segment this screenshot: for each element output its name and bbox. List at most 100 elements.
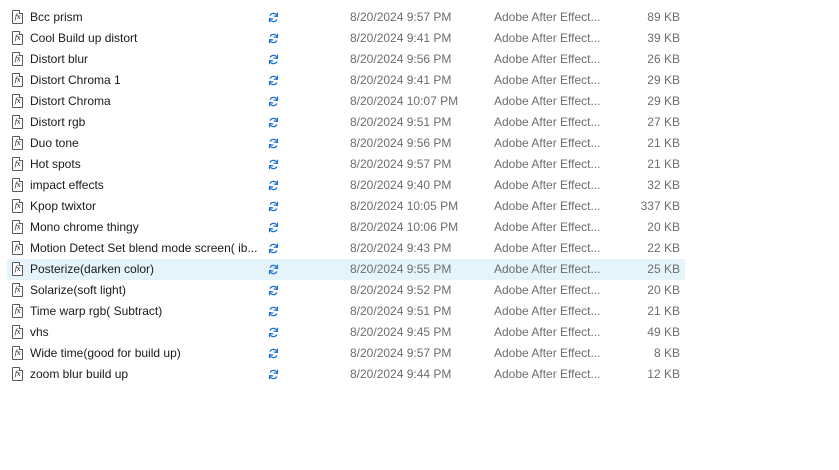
file-size: 39 KB	[647, 31, 680, 45]
file-row[interactable]: fx Distort rgb 8/20/2024 9:51 PM Adobe A…	[7, 112, 685, 133]
sync-pending-icon	[268, 117, 279, 128]
fx-file-icon: fx	[12, 346, 23, 360]
fx-file-icon: fx	[12, 115, 23, 129]
sync-pending-icon	[268, 264, 279, 275]
fx-file-icon: fx	[12, 94, 23, 108]
fx-file-icon: fx	[12, 157, 23, 171]
file-type: Adobe After Effect...	[494, 94, 601, 108]
file-name: Solarize(soft light)	[30, 283, 127, 297]
fx-file-icon: fx	[12, 73, 23, 87]
file-size: 26 KB	[647, 52, 680, 66]
file-row[interactable]: fx Duo tone 8/20/2024 9:56 PM Adobe Afte…	[7, 133, 685, 154]
file-date-modified: 8/20/2024 9:52 PM	[350, 283, 452, 297]
file-name: impact effects	[30, 178, 104, 192]
file-size: 21 KB	[647, 157, 680, 171]
fx-file-icon: fx	[12, 283, 23, 297]
file-row[interactable]: fx Cool Build up distort 8/20/2024 9:41 …	[7, 28, 685, 49]
file-row[interactable]: fx Hot spots 8/20/2024 9:57 PM Adobe Aft…	[7, 154, 685, 175]
file-date-modified: 8/20/2024 9:55 PM	[350, 262, 452, 276]
file-row[interactable]: fx Distort blur 8/20/2024 9:56 PM Adobe …	[7, 49, 685, 70]
file-type: Adobe After Effect...	[494, 346, 601, 360]
file-row[interactable]: fx Mono chrome thingy 8/20/2024 10:06 PM…	[7, 217, 685, 238]
sync-pending-icon	[268, 75, 279, 86]
fx-file-icon: fx	[12, 367, 23, 381]
file-name: Hot spots	[30, 157, 81, 171]
file-type: Adobe After Effect...	[494, 199, 601, 213]
file-name: Kpop twixtor	[30, 199, 97, 213]
file-name: Wide time(good for build up)	[30, 346, 181, 360]
file-row[interactable]: fx Solarize(soft light) 8/20/2024 9:52 P…	[7, 280, 685, 301]
file-type: Adobe After Effect...	[494, 304, 601, 318]
file-date-modified: 8/20/2024 9:56 PM	[350, 136, 452, 150]
file-date-modified: 8/20/2024 9:57 PM	[350, 10, 452, 24]
file-name: vhs	[30, 325, 49, 339]
file-row[interactable]: fx Distort Chroma 8/20/2024 10:07 PM Ado…	[7, 91, 685, 112]
file-row[interactable]: fx Distort Chroma 1 8/20/2024 9:41 PM Ad…	[7, 70, 685, 91]
file-size: 21 KB	[647, 136, 680, 150]
sync-pending-icon	[268, 285, 279, 296]
file-size: 25 KB	[647, 262, 680, 276]
file-type: Adobe After Effect...	[494, 157, 601, 171]
file-date-modified: 8/20/2024 9:57 PM	[350, 346, 452, 360]
fx-file-icon: fx	[12, 10, 23, 24]
file-date-modified: 8/20/2024 10:05 PM	[350, 199, 459, 213]
file-type: Adobe After Effect...	[494, 241, 601, 255]
sync-pending-icon	[268, 306, 279, 317]
file-row[interactable]: fx zoom blur build up 8/20/2024 9:44 PM …	[7, 364, 685, 385]
file-name: Distort Chroma 1	[30, 73, 121, 87]
file-row[interactable]: fx Motion Detect Set blend mode screen( …	[7, 238, 685, 259]
file-size: 21 KB	[647, 304, 680, 318]
sync-pending-icon	[268, 138, 279, 149]
file-type: Adobe After Effect...	[494, 325, 601, 339]
file-row[interactable]: fx Wide time(good for build up) 8/20/202…	[7, 343, 685, 364]
file-type: Adobe After Effect...	[494, 367, 601, 381]
file-row[interactable]: fx Time warp rgb( Subtract) 8/20/2024 9:…	[7, 301, 685, 322]
file-name: Duo tone	[30, 136, 79, 150]
file-size: 29 KB	[647, 73, 680, 87]
file-type: Adobe After Effect...	[494, 10, 601, 24]
file-size: 8 KB	[653, 346, 680, 360]
file-row[interactable]: fx impact effects 8/20/2024 9:40 PM Adob…	[7, 175, 685, 196]
sync-pending-icon	[268, 12, 279, 23]
file-date-modified: 8/20/2024 10:06 PM	[350, 220, 459, 234]
file-type: Adobe After Effect...	[494, 178, 601, 192]
sync-pending-icon	[268, 348, 279, 359]
file-date-modified: 8/20/2024 9:44 PM	[350, 367, 452, 381]
file-list: fx Bcc prism 8/20/2024 9:57 PM Adobe Aft…	[7, 7, 685, 385]
file-type: Adobe After Effect...	[494, 52, 601, 66]
file-name: Posterize(darken color)	[30, 262, 155, 276]
file-type: Adobe After Effect...	[494, 262, 601, 276]
file-name: Distort Chroma	[30, 94, 111, 108]
file-row[interactable]: fx Bcc prism 8/20/2024 9:57 PM Adobe Aft…	[7, 7, 685, 28]
file-name: Cool Build up distort	[30, 31, 138, 45]
file-date-modified: 8/20/2024 9:51 PM	[350, 304, 452, 318]
file-size: 49 KB	[647, 325, 680, 339]
file-date-modified: 8/20/2024 9:41 PM	[350, 73, 452, 87]
fx-file-icon: fx	[12, 178, 23, 192]
file-name: Motion Detect Set blend mode screen( ib.…	[30, 241, 258, 255]
file-row[interactable]: fx Posterize(darken color) 8/20/2024 9:5…	[7, 259, 685, 280]
file-date-modified: 8/20/2024 9:57 PM	[350, 157, 452, 171]
file-size: 32 KB	[647, 178, 680, 192]
fx-file-icon: fx	[12, 136, 23, 150]
file-name: Time warp rgb( Subtract)	[30, 304, 163, 318]
file-type: Adobe After Effect...	[494, 283, 601, 297]
sync-pending-icon	[268, 159, 279, 170]
file-name: Distort rgb	[30, 115, 86, 129]
file-size: 337 KB	[640, 199, 680, 213]
file-size: 20 KB	[647, 220, 680, 234]
sync-pending-icon	[268, 243, 279, 254]
fx-file-icon: fx	[12, 304, 23, 318]
sync-pending-icon	[268, 33, 279, 44]
sync-pending-icon	[268, 327, 279, 338]
file-size: 89 KB	[647, 10, 680, 24]
sync-pending-icon	[268, 54, 279, 65]
file-size: 29 KB	[647, 94, 680, 108]
file-date-modified: 8/20/2024 9:41 PM	[350, 31, 452, 45]
fx-file-icon: fx	[12, 31, 23, 45]
file-name: Mono chrome thingy	[30, 220, 139, 234]
file-row[interactable]: fx vhs 8/20/2024 9:45 PM Adobe After Eff…	[7, 322, 685, 343]
fx-file-icon: fx	[12, 199, 23, 213]
file-type: Adobe After Effect...	[494, 31, 601, 45]
file-row[interactable]: fx Kpop twixtor 8/20/2024 10:05 PM Adobe…	[7, 196, 685, 217]
